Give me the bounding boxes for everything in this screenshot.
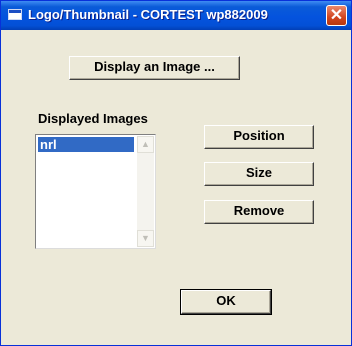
remove-button[interactable]: Remove bbox=[204, 200, 314, 224]
close-button[interactable]: ✕ bbox=[326, 5, 347, 26]
title-bar[interactable]: Logo/Thumbnail - CORTEST wp882009 ✕ bbox=[1, 1, 351, 30]
scroll-up-arrow-icon[interactable]: ▲ bbox=[137, 136, 154, 153]
dialog-window: Logo/Thumbnail - CORTEST wp882009 ✕ Disp… bbox=[0, 0, 352, 346]
display-image-button[interactable]: Display an Image ... bbox=[69, 56, 240, 80]
position-button[interactable]: Position bbox=[204, 125, 314, 149]
displayed-images-listbox[interactable]: nrl ▲ ▼ bbox=[35, 134, 156, 249]
vertical-scrollbar[interactable]: ▲ ▼ bbox=[137, 136, 154, 247]
scroll-down-arrow-icon[interactable]: ▼ bbox=[137, 230, 154, 247]
displayed-images-label: Displayed Images bbox=[38, 111, 148, 126]
window-icon bbox=[8, 9, 22, 20]
ok-button[interactable]: OK bbox=[181, 290, 271, 314]
size-button[interactable]: Size bbox=[204, 162, 314, 186]
window-title: Logo/Thumbnail - CORTEST wp882009 bbox=[28, 7, 268, 22]
list-item[interactable]: nrl bbox=[38, 137, 134, 152]
